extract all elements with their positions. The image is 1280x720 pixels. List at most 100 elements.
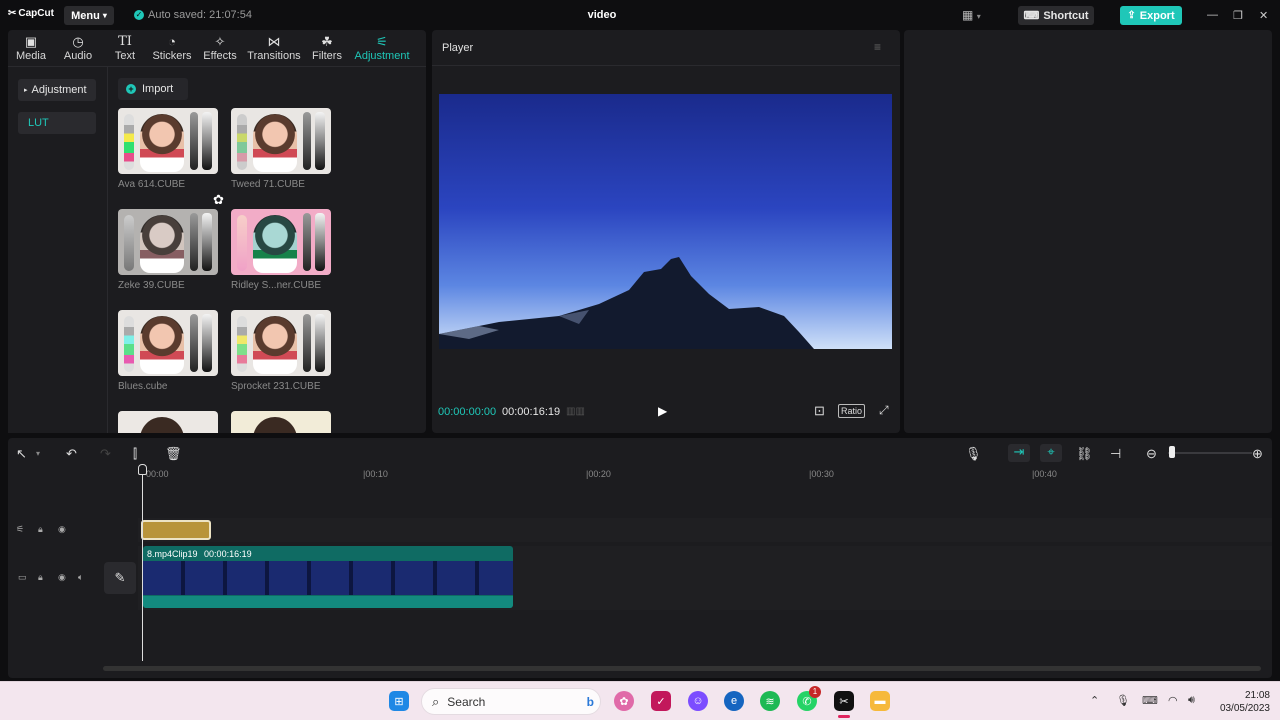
tab-transitions[interactable]: ⋈ Transitions — [244, 34, 304, 62]
preview-face — [140, 114, 184, 172]
tab-effects-label: Effects — [203, 50, 237, 62]
zoom-out-icon[interactable]: ⊖ — [1146, 446, 1157, 462]
gradient-bar — [315, 314, 325, 372]
tab-effects[interactable]: ✧ Effects — [197, 34, 243, 62]
adjustment-track-icon: ⚟ — [16, 524, 25, 534]
tab-media[interactable]: ▣ Media — [8, 34, 54, 62]
lut-card-partial[interactable] — [118, 411, 218, 433]
pencil-icon: ✎ — [114, 570, 126, 585]
tab-text[interactable]: TI Text — [102, 34, 148, 62]
capcut-taskbar-icon[interactable]: ✂ — [834, 691, 854, 711]
layout-icon: ▦ — [962, 8, 974, 22]
taskbar-search-box[interactable]: ⌕ Search b — [421, 688, 601, 715]
eye-icon[interactable]: ◉ — [58, 572, 66, 583]
bing-icon: b — [586, 694, 594, 709]
video-clip[interactable]: 8.mp4Clip19 00:00:16:19 — [143, 546, 513, 608]
zoom-slider[interactable] — [1168, 452, 1252, 454]
video-preview[interactable] — [439, 94, 892, 349]
edit-cover-button[interactable]: ✎ — [104, 562, 136, 594]
eye-icon[interactable]: ◉ — [58, 524, 66, 535]
tab-audio[interactable]: ◷ Audio — [55, 34, 101, 62]
select-cursor-icon[interactable]: ↖ — [16, 446, 27, 462]
split-icon[interactable]: ⫿ — [133, 446, 137, 462]
close-icon[interactable]: ✕ — [1259, 9, 1268, 22]
lut-card[interactable]: Blues.cube — [118, 310, 218, 392]
spotify-icon[interactable]: ≋ — [760, 691, 780, 711]
zoom-slider-handle[interactable] — [1169, 446, 1175, 458]
tab-adjustment[interactable]: ⚟ Adjustment — [352, 34, 412, 62]
preview-face — [253, 316, 297, 374]
delete-icon[interactable]: 🗑 — [165, 446, 182, 462]
title-bar: ✂ CapCut Menu ▾ ✓ Auto saved: 21:07:54 v… — [0, 0, 1280, 30]
app-icon-pinned[interactable]: ✓ — [651, 691, 671, 711]
shortcut-button[interactable]: ⌨ Shortcut — [1018, 6, 1094, 25]
app-icon-flower[interactable]: ✿ — [614, 691, 634, 711]
adjustment-clip[interactable] — [141, 520, 211, 540]
chevron-down-icon[interactable]: ▾ — [36, 449, 40, 458]
color-swatch — [124, 215, 134, 271]
lut-thumbnail — [231, 310, 331, 376]
windows-taskbar: ⊞ ⌕ Search b ✿ ✓ ☺ e ≋ ✆ 1 ✂ ▬ ⌃ 🎙 ⌨ ◠ 🔊… — [0, 681, 1280, 720]
taskbar-clock[interactable]: 21:08 03/05/2023 — [1214, 689, 1270, 715]
export-button[interactable]: ⇪ Export — [1120, 6, 1182, 25]
lut-card[interactable]: Zeke 39.CUBE — [118, 209, 218, 291]
lut-card[interactable]: Ava 614.CUBE — [118, 108, 218, 190]
export-icon: ⇪ — [1127, 10, 1136, 21]
tab-filters[interactable]: ☘ Filters — [304, 34, 350, 62]
sidebar-item-adjustment[interactable]: ▸ Adjustment — [18, 79, 96, 101]
lut-card[interactable]: Tweed 71.CUBE — [231, 108, 331, 190]
lock-icon[interactable]: 🔒︎ — [38, 572, 43, 583]
discord-icon[interactable]: ☺ — [688, 691, 708, 711]
tone-bar — [190, 213, 198, 271]
layout-button[interactable]: ▦ ▾ — [962, 8, 981, 22]
lock-icon[interactable]: 🔒︎ — [38, 524, 43, 535]
gradient-bar — [202, 112, 212, 170]
redo-icon[interactable]: ↷ — [100, 446, 111, 462]
tone-bar — [303, 112, 311, 170]
playhead[interactable] — [142, 466, 143, 661]
timeline-panel: ↖ ▾ ↶ ↷ ⫿ 🗑 🎙 ⇥ ⌖ ⛓ ⊣ ⊖ ⊕ 00:00 |00:10 |… — [8, 438, 1272, 678]
tab-stickers[interactable]: ◔ Stickers — [149, 34, 195, 62]
speaker-icon[interactable]: 🔈︎ — [78, 572, 83, 583]
minimize-icon[interactable]: — — [1207, 9, 1218, 21]
preview-axis-icon[interactable]: ⊣ — [1110, 446, 1121, 462]
lut-card[interactable]: Sprocket 231.CUBE — [231, 310, 331, 392]
microphone-icon[interactable]: 🎙 — [965, 446, 982, 462]
ratio-button[interactable]: Ratio — [838, 404, 866, 418]
hamburger-menu-icon[interactable]: ≡ — [874, 40, 881, 54]
restore-icon[interactable]: ❐ — [1233, 9, 1243, 22]
chevron-up-icon[interactable]: ⌃ — [1090, 694, 1099, 707]
project-title: video — [587, 9, 617, 21]
fullscreen-icon[interactable]: ⤢ — [879, 403, 889, 418]
file-explorer-icon[interactable]: ▬ — [870, 691, 890, 711]
clock-date: 03/05/2023 — [1219, 703, 1270, 714]
color-swatch — [124, 114, 134, 170]
fit-screen-icon[interactable]: ⊡ — [814, 403, 825, 419]
preview-face — [253, 417, 297, 433]
wifi-icon[interactable]: ◠ — [1168, 694, 1178, 707]
microphone-tray-icon[interactable]: 🎙 — [1116, 694, 1130, 707]
sidebar-item-label: LUT — [28, 117, 49, 129]
link-icon[interactable]: ⛓ — [1076, 446, 1093, 462]
current-time: 00:00:00:00 — [438, 406, 497, 418]
main-track-magnet-icon[interactable]: ⇥ — [1008, 444, 1030, 462]
playhead-handle[interactable] — [138, 464, 147, 475]
edge-icon[interactable]: e — [724, 691, 744, 711]
play-button[interactable]: ▶ — [658, 404, 667, 418]
import-button[interactable]: + Import — [118, 78, 188, 100]
lut-card[interactable]: Ridley S...ner.CUBE — [231, 209, 331, 291]
keyboard-tray-icon[interactable]: ⌨ — [1142, 694, 1158, 707]
import-label: Import — [142, 83, 174, 95]
menu-button[interactable]: Menu ▾ — [64, 6, 114, 25]
timeline-scrollbar[interactable] — [103, 666, 1261, 671]
zoom-in-icon[interactable]: ⊕ — [1252, 446, 1263, 462]
windows-start-icon[interactable]: ⊞ — [389, 691, 409, 711]
lut-thumbnail — [231, 108, 331, 174]
sidebar-item-lut[interactable]: LUT — [18, 112, 96, 134]
tab-stickers-label: Stickers — [152, 50, 192, 62]
lut-card-partial[interactable] — [231, 411, 331, 433]
undo-icon[interactable]: ↶ — [66, 446, 77, 462]
volume-icon[interactable]: 🔊︎ — [1188, 694, 1195, 707]
auto-snap-icon[interactable]: ⌖ — [1040, 444, 1062, 462]
clip-duration: 00:00:16:19 — [204, 549, 252, 559]
